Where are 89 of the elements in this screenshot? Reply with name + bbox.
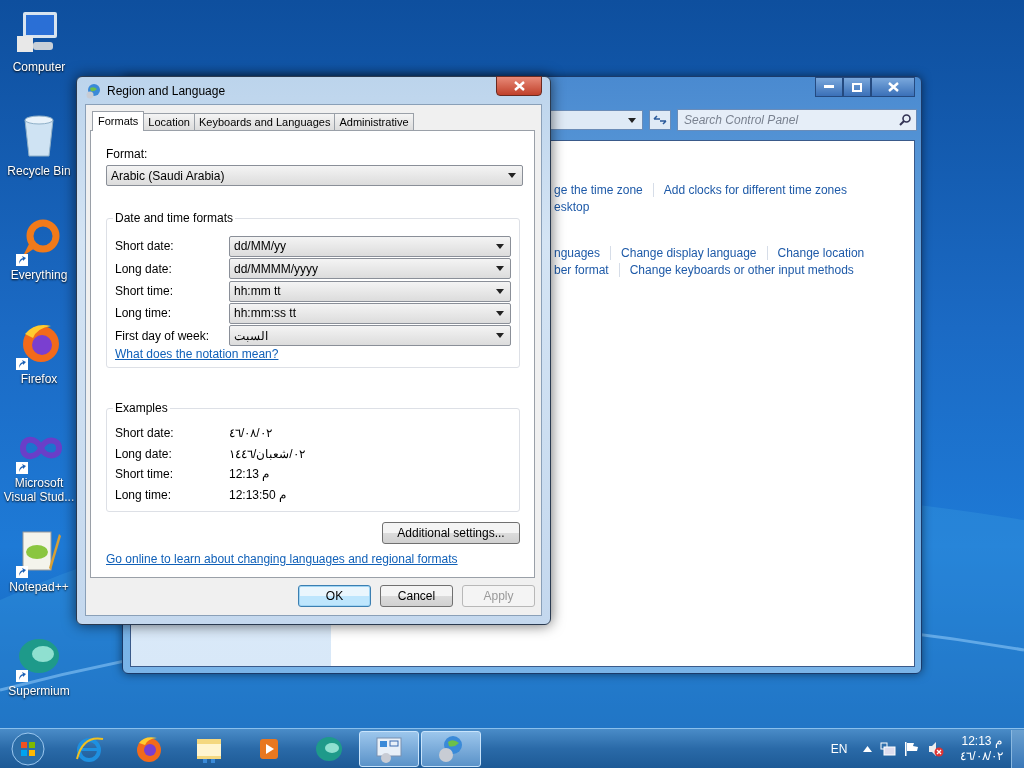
dropdown-icon <box>496 243 504 249</box>
task-link[interactable]: ge the time zone <box>554 182 643 197</box>
search-icon <box>899 114 911 126</box>
task-link[interactable]: Change location <box>777 245 865 260</box>
group-title: Date and time formats <box>113 211 236 225</box>
desktop-shortcut[interactable]: Computer <box>0 6 78 110</box>
start-button[interactable] <box>9 729 47 768</box>
network-icon[interactable] <box>880 741 897 756</box>
refresh-button[interactable] <box>649 110 671 130</box>
task-link[interactable]: Add clocks for different time zones <box>663 182 847 197</box>
dropdown-icon <box>496 310 504 316</box>
tab[interactable]: Formats <box>92 111 145 131</box>
format-dropdown[interactable]: hh:mm:ss tt <box>229 302 511 324</box>
task-link[interactable]: esktop <box>554 199 590 214</box>
field-label: Short date: <box>115 426 175 441</box>
desktop-shortcut[interactable]: Supermium <box>0 630 78 728</box>
task-link[interactable]: Change display language <box>621 245 757 260</box>
field-label: Short time: <box>115 284 175 298</box>
dropdown-icon <box>496 333 504 339</box>
shortcut-label: Everything <box>9 268 69 282</box>
shortcut-label: Microsoft Visual Stud... <box>2 476 76 504</box>
dropdown-icon <box>628 117 636 123</box>
field-label: Short time: <box>115 467 175 482</box>
field-label: First day of week: <box>115 328 211 343</box>
dropdown-icon <box>508 173 516 178</box>
maximize-button[interactable] <box>843 77 871 97</box>
clock[interactable]: 12:13 م ٤٦/٠٨/٠٢ <box>960 733 1003 764</box>
shortcut-arrow-icon <box>16 462 28 474</box>
example-value: ٤٦/٠٨/٠٢ <box>229 426 272 441</box>
shortcut-label: Firefox <box>19 372 59 386</box>
windows-logo-icon <box>11 731 45 766</box>
field-label: Long time: <box>115 306 173 321</box>
shortcut-arrow-icon <box>16 254 28 266</box>
format-dropdown[interactable]: hh:mm tt <box>229 280 511 302</box>
tab[interactable]: Location <box>143 113 195 130</box>
dropdown-icon <box>496 266 504 272</box>
desktop-shortcut[interactable]: Everything <box>0 214 78 318</box>
refresh-icon <box>653 114 667 126</box>
online-help-link[interactable]: Go online to learn about changing languages and regional formats <box>106 552 458 566</box>
example-value: ٠٢/شعبان/١٤٤٦ <box>229 446 305 461</box>
desktop-shortcut[interactable]: Recycle Bin <box>0 110 78 214</box>
shortcut-label: Computer <box>11 60 67 74</box>
maximize-icon <box>852 82 862 92</box>
minimize-icon <box>824 85 834 89</box>
shortcut-arrow-icon <box>16 358 28 370</box>
example-value: 12:13 م <box>229 467 270 482</box>
taskbar-button[interactable] <box>359 730 419 767</box>
tab[interactable]: Administrative <box>334 113 414 130</box>
help-link[interactable]: What does the notation mean? <box>115 347 279 362</box>
close-icon <box>887 82 899 92</box>
field-label: Long time: <box>115 487 173 502</box>
example-value: 12:13:50 م <box>229 487 287 502</box>
window-title: Region and Language <box>107 83 227 98</box>
shortcut-arrow-icon <box>16 670 28 682</box>
field-label: Short date: <box>115 239 175 254</box>
globe-icon <box>85 82 101 99</box>
additional-settings-button[interactable]: Additional settings... <box>382 522 520 544</box>
shortcut-label: Supermium <box>7 684 71 698</box>
format-dropdown[interactable]: السبت <box>229 325 511 347</box>
desktop-shortcut[interactable]: Notepad++ <box>0 526 78 630</box>
dropdown-icon <box>496 288 504 294</box>
format-dropdown[interactable]: dd/MMMM/yyyy <box>229 258 511 280</box>
show-hidden-icons-icon[interactable] <box>863 745 873 752</box>
task-link[interactable]: Change keyboards or other input methods <box>629 262 854 277</box>
task-link[interactable]: ber format <box>554 262 609 277</box>
minimize-button[interactable] <box>815 77 843 97</box>
close-button[interactable] <box>871 77 915 97</box>
shortcut-label: Notepad++ <box>8 580 70 594</box>
search-field[interactable]: Search Control Panel <box>677 109 917 131</box>
language-indicator[interactable]: EN <box>830 741 848 756</box>
dialog-button[interactable]: Cancel <box>380 585 453 607</box>
field-label: Format: <box>106 147 149 161</box>
desktop-shortcut[interactable]: Microsoft Visual Stud... <box>0 422 78 526</box>
taskbar-button[interactable] <box>421 730 481 767</box>
dialog-button[interactable]: OK <box>298 585 371 607</box>
speaker-muted-icon[interactable] <box>928 740 945 757</box>
tab[interactable]: Keyboards and Languages <box>193 113 336 130</box>
format-dropdown[interactable]: Arabic (Saudi Arabia) <box>106 165 523 186</box>
flag-icon[interactable] <box>904 741 921 756</box>
format-dropdown[interactable]: dd/MM/yy <box>229 235 511 257</box>
group-title: Examples <box>113 401 170 415</box>
field-label: Long date: <box>115 446 173 461</box>
task-link[interactable]: nguages <box>554 245 601 260</box>
desktop-shortcut[interactable]: Firefox <box>0 318 78 422</box>
shortcut-arrow-icon <box>16 566 28 578</box>
close-button[interactable] <box>496 75 542 96</box>
shortcut-label: Recycle Bin <box>6 164 72 178</box>
field-label: Long date: <box>115 261 173 276</box>
close-icon <box>513 80 525 91</box>
